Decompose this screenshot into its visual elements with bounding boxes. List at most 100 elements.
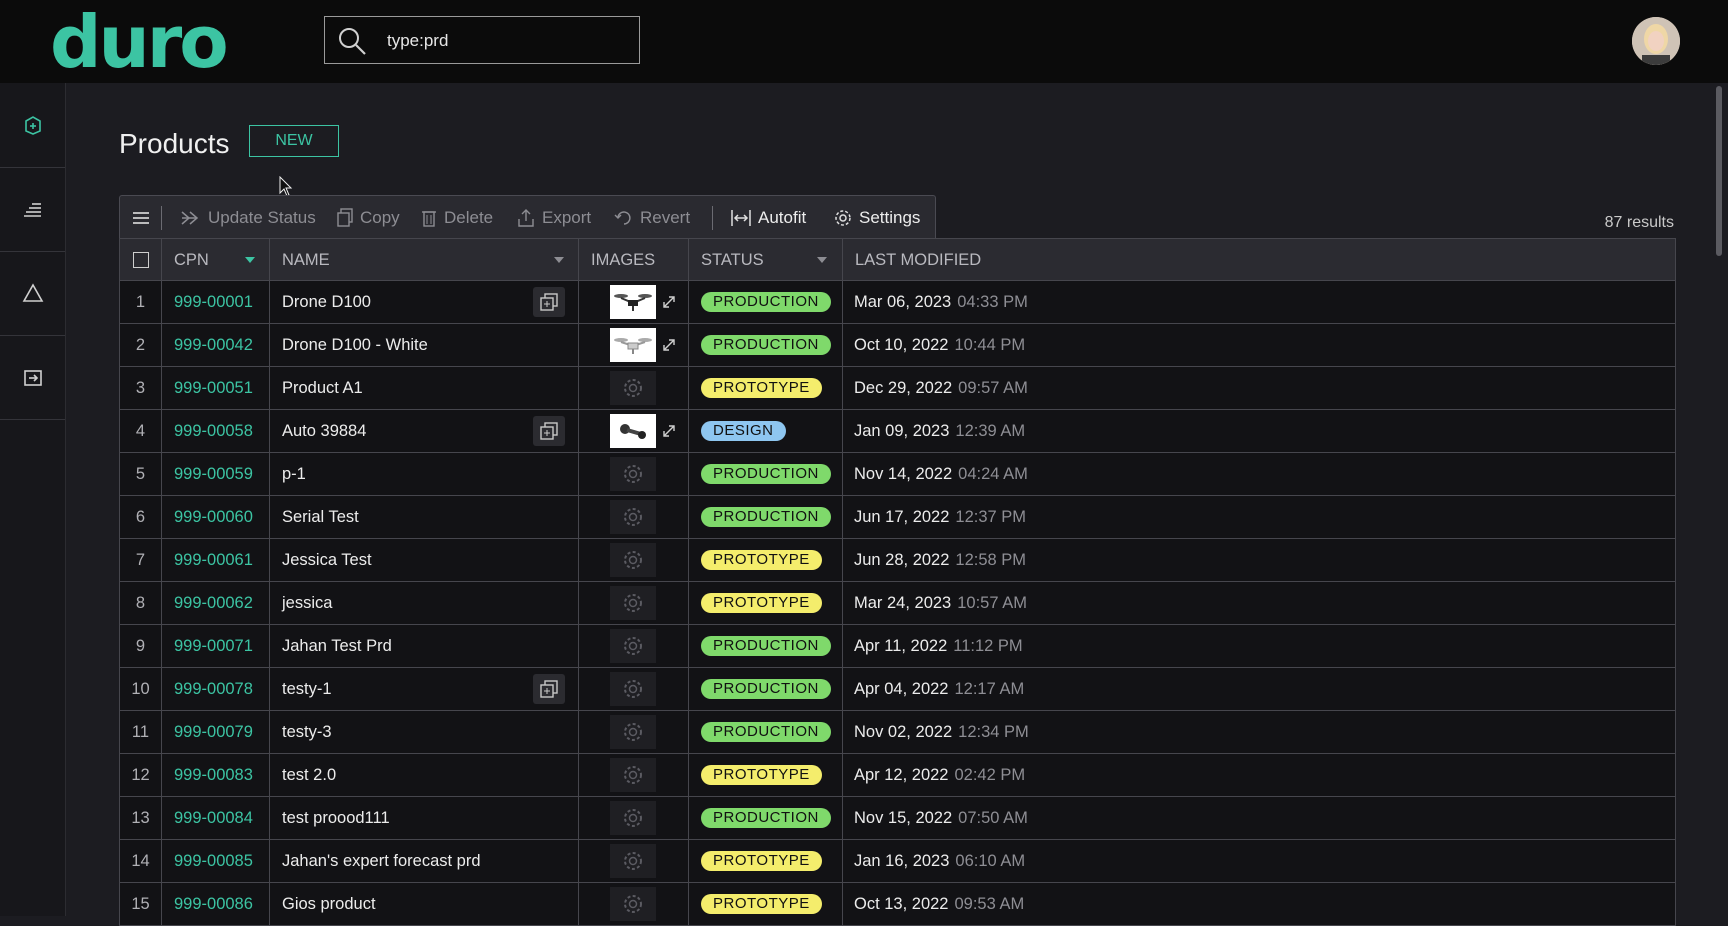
- sort-desc-icon[interactable]: [244, 255, 256, 265]
- header-last-modified[interactable]: LAST MODIFIED: [855, 239, 1055, 281]
- product-image[interactable]: [610, 328, 656, 362]
- status-badge: PRODUCTION: [701, 636, 831, 656]
- sidebar-item-import[interactable]: [0, 335, 65, 420]
- search-box[interactable]: [324, 16, 640, 64]
- product-name[interactable]: testy-3: [282, 711, 532, 753]
- product-image[interactable]: [610, 414, 656, 448]
- new-button[interactable]: NEW: [249, 125, 339, 157]
- page-title: Products: [119, 128, 230, 159]
- row-number: 13: [131, 808, 150, 827]
- update-status-button[interactable]: Update Status: [180, 196, 316, 239]
- table-row[interactable]: 6 999-00060 Serial Test PRODUCTION Jun 17, 2…: [119, 496, 1676, 539]
- modified-time: 09:57 AM: [958, 378, 1028, 397]
- modified-date: Oct 10, 2022: [854, 335, 949, 354]
- table-row[interactable]: 14 999-00085 Jahan's expert forecast prd PR…: [119, 840, 1676, 883]
- cpn-link[interactable]: 999-00051: [174, 367, 264, 409]
- table-row[interactable]: 5 999-00059 p-1 PRODUCTION Nov 14, 2022 04:24…: [119, 453, 1676, 496]
- product-name[interactable]: testy-1: [282, 668, 532, 710]
- avatar[interactable]: [1632, 17, 1680, 65]
- sidebar-item-products[interactable]: [0, 83, 65, 168]
- table-row[interactable]: 1 999-00001 Drone D100 PRODUCTION Mar 06, 20…: [119, 281, 1676, 324]
- sidebar-item-changes[interactable]: [0, 251, 65, 336]
- table-row[interactable]: 7 999-00061 Jessica Test PROTOTYPE Jun 28, 2…: [119, 539, 1676, 582]
- product-name[interactable]: Auto 39884: [282, 410, 532, 452]
- status-badge: PRODUCTION: [701, 507, 831, 527]
- header-status[interactable]: STATUS: [701, 239, 801, 281]
- settings-button[interactable]: Settings: [833, 196, 920, 239]
- cpn-link[interactable]: 999-00001: [174, 281, 264, 323]
- scrollbar[interactable]: [1716, 86, 1722, 256]
- hamburger-icon: [133, 211, 149, 224]
- product-name[interactable]: Drone D100: [282, 281, 532, 323]
- cpn-link[interactable]: 999-00062: [174, 582, 264, 624]
- product-name[interactable]: Gios product: [282, 883, 532, 925]
- select-all-checkbox[interactable]: [132, 252, 149, 268]
- search-input[interactable]: [385, 27, 629, 55]
- table-row[interactable]: 8 999-00062 jessica PROTOTYPE Mar 24, 2023 10…: [119, 582, 1676, 625]
- image-placeholder: [610, 844, 656, 878]
- product-name[interactable]: jessica: [282, 582, 532, 624]
- cpn-link[interactable]: 999-00042: [174, 324, 264, 366]
- modified-date: Nov 15, 2022: [854, 808, 953, 827]
- autofit-button[interactable]: Autofit: [730, 196, 806, 239]
- header-name[interactable]: NAME: [282, 239, 482, 281]
- table-row[interactable]: 4 999-00058 Auto 39884 DESIGN Jan 09, 2023 12…: [119, 410, 1676, 453]
- cpn-link[interactable]: 999-00059: [174, 453, 264, 495]
- image-placeholder: [610, 457, 656, 491]
- product-image[interactable]: [610, 285, 656, 319]
- expand-icon[interactable]: [662, 338, 676, 352]
- row-number: 3: [135, 378, 146, 397]
- chevron-down-icon[interactable]: [553, 255, 565, 265]
- table-row[interactable]: 13 999-00084 test proood111 PRODUCTION Nov 1…: [119, 797, 1676, 840]
- delete-button[interactable]: Delete: [420, 196, 493, 239]
- product-name[interactable]: Drone D100 - White: [282, 324, 532, 366]
- table-row[interactable]: 15 999-00086 Gios product PROTOTYPE Oct 13, …: [119, 883, 1676, 926]
- cpn-link[interactable]: 999-00084: [174, 797, 264, 839]
- product-name[interactable]: p-1: [282, 453, 532, 495]
- expand-icon[interactable]: [662, 295, 676, 309]
- cpn-link[interactable]: 999-00086: [174, 883, 264, 925]
- cpn-link[interactable]: 999-00058: [174, 410, 264, 452]
- product-name[interactable]: test 2.0: [282, 754, 532, 796]
- duplicate-button[interactable]: [533, 287, 565, 317]
- revert-button[interactable]: Revert: [614, 196, 690, 239]
- cpn-link[interactable]: 999-00078: [174, 668, 264, 710]
- copy-button[interactable]: Copy: [336, 196, 400, 239]
- product-name[interactable]: Product A1: [282, 367, 532, 409]
- modified-date: Apr 12, 2022: [854, 765, 949, 784]
- table-row[interactable]: 9 999-00071 Jahan Test Prd PRODUCTION Apr 11…: [119, 625, 1676, 668]
- cpn-link[interactable]: 999-00071: [174, 625, 264, 667]
- image-placeholder: [610, 500, 656, 534]
- export-button[interactable]: Export: [516, 196, 591, 239]
- cpn-link[interactable]: 999-00085: [174, 840, 264, 882]
- cpn-link[interactable]: 999-00060: [174, 496, 264, 538]
- copy-icon: [337, 207, 353, 227]
- duplicate-button[interactable]: [533, 674, 565, 704]
- duplicate-button[interactable]: [533, 416, 565, 446]
- chevron-down-icon[interactable]: [816, 255, 828, 265]
- product-name[interactable]: test proood111: [282, 797, 532, 839]
- image-placeholder: [610, 758, 656, 792]
- duro-logo[interactable]: duro: [50, 6, 229, 78]
- product-name[interactable]: Serial Test: [282, 496, 532, 538]
- row-number: 9: [135, 636, 146, 655]
- expand-icon[interactable]: [662, 424, 676, 438]
- menu-button[interactable]: [132, 196, 150, 239]
- sidebar-item-components[interactable]: [0, 167, 65, 252]
- product-name[interactable]: Jahan Test Prd: [282, 625, 532, 667]
- image-placeholder: [610, 672, 656, 706]
- product-name[interactable]: Jahan's expert forecast prd: [282, 840, 532, 882]
- table-row[interactable]: 3 999-00051 Product A1 PROTOTYPE Dec 29, 202…: [119, 367, 1676, 410]
- modified-time: 12:58 PM: [955, 550, 1027, 569]
- product-name[interactable]: Jessica Test: [282, 539, 532, 581]
- last-modified: Apr 11, 2022 11:12 PM: [854, 625, 1023, 667]
- table-row[interactable]: 2 999-00042 Drone D100 - White PRODUCTION Oc…: [119, 324, 1676, 367]
- table-row[interactable]: 10 999-00078 testy-1 PRODUCTION Apr 04, 2022…: [119, 668, 1676, 711]
- cpn-link[interactable]: 999-00061: [174, 539, 264, 581]
- modified-time: 04:24 AM: [958, 464, 1028, 483]
- cpn-link[interactable]: 999-00079: [174, 711, 264, 753]
- status-badge: PRODUCTION: [701, 464, 831, 484]
- cpn-link[interactable]: 999-00083: [174, 754, 264, 796]
- table-row[interactable]: 12 999-00083 test 2.0 PROTOTYPE Apr 12, 2022…: [119, 754, 1676, 797]
- table-row[interactable]: 11 999-00079 testy-3 PRODUCTION Nov 02, 2022…: [119, 711, 1676, 754]
